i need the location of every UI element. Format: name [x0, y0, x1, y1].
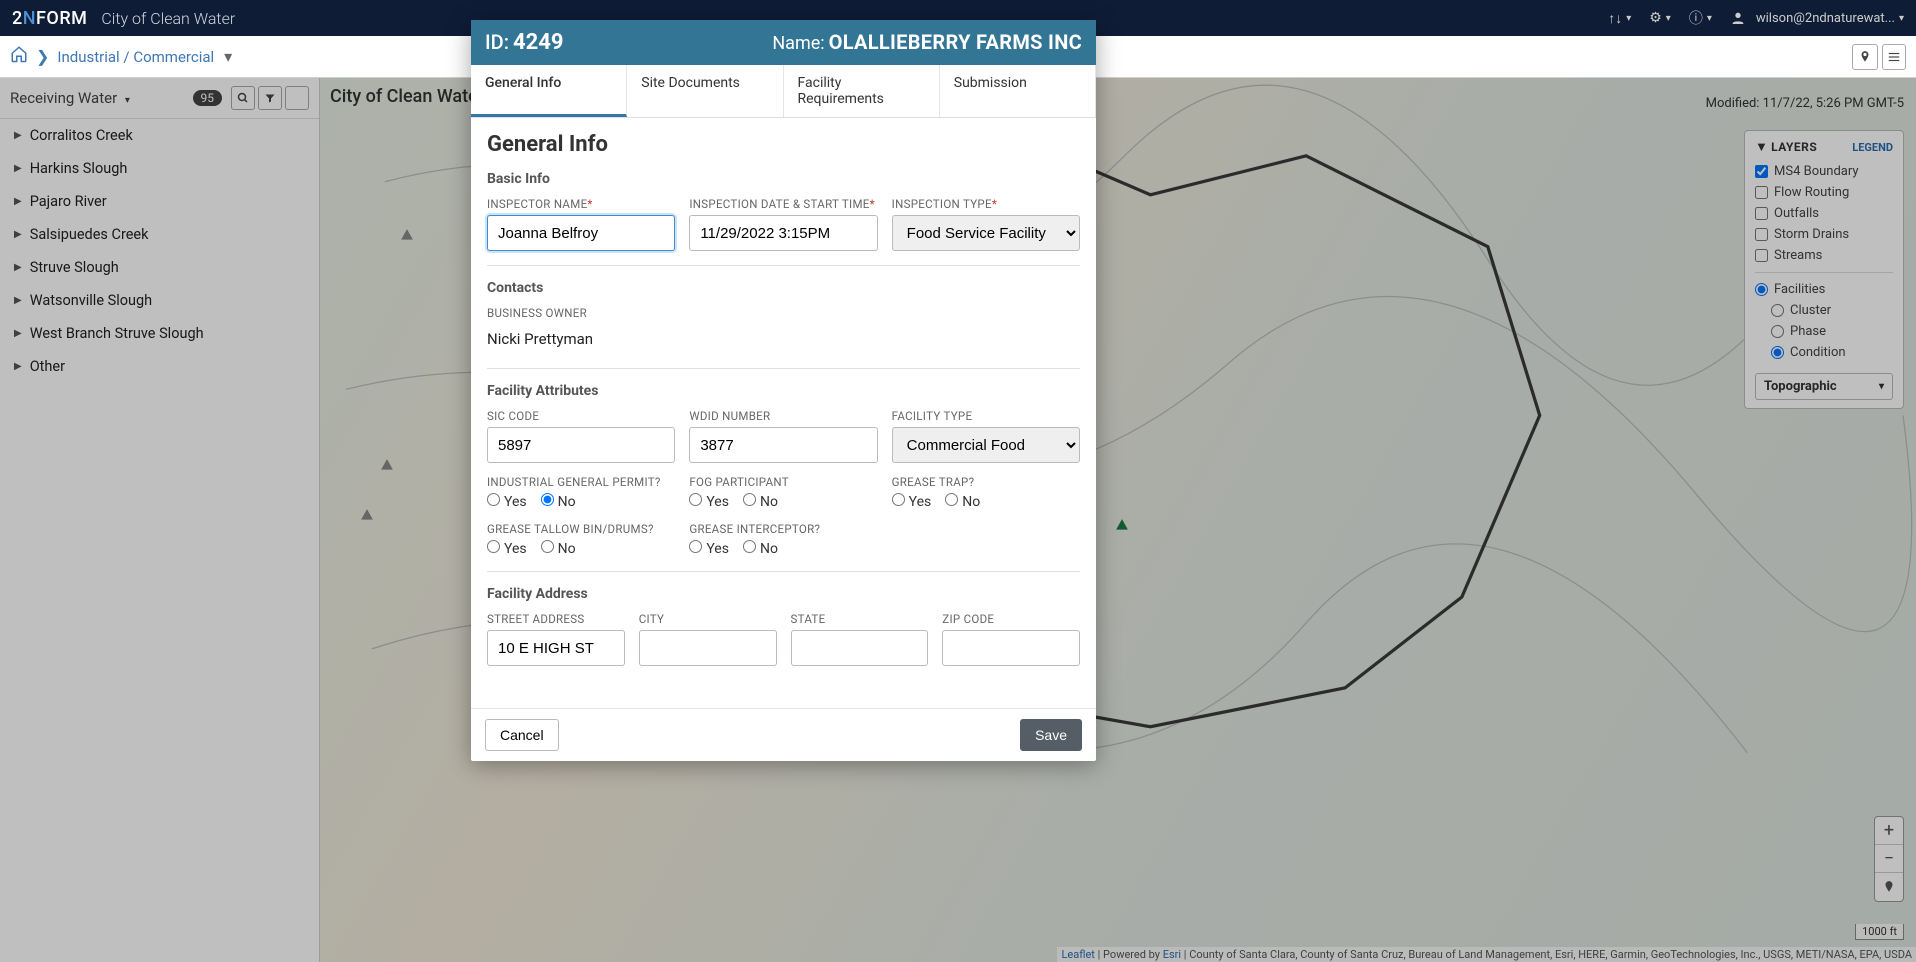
id-label: ID:: [485, 30, 509, 54]
section-heading: Facility Attributes: [487, 383, 1080, 399]
pin-button[interactable]: [1852, 44, 1878, 70]
user-menu[interactable]: wilson@2ndnaturewat... ▾: [1730, 10, 1904, 26]
tallow-yes-radio[interactable]: [487, 540, 500, 553]
modal-heading: General Info: [487, 132, 1080, 157]
inspection-type-label: INSPECTION TYPE*: [892, 197, 1080, 211]
breadcrumb-current[interactable]: Industrial / Commercial: [57, 48, 214, 66]
tab-facility-requirements[interactable]: Facility Requirements: [784, 65, 940, 117]
menu-icon: [1886, 50, 1902, 64]
tallow-label: GREASE TALLOW BIN/DRUMS?: [487, 522, 675, 536]
fog-label: FOG PARTICIPANT: [689, 475, 877, 489]
brand-mid: N: [23, 8, 36, 29]
igp-yes-radio[interactable]: [487, 493, 500, 506]
home-icon[interactable]: [10, 45, 28, 68]
sic-code-label: SIC CODE: [487, 409, 675, 423]
tab-site-documents[interactable]: Site Documents: [627, 65, 783, 117]
user-email: wilson@2ndnaturewat...: [1756, 11, 1895, 26]
inspection-type-select[interactable]: Food Service Facility: [892, 215, 1080, 251]
modal-tabs: General Info Site Documents Facility Req…: [471, 65, 1096, 118]
street-label: STREET ADDRESS: [487, 612, 625, 626]
inspector-name-label: INSPECTOR NAME*: [487, 197, 675, 211]
inspection-modal: ID: 4249 Name: OLALLIEBERRY FARMS INC Ge…: [471, 20, 1096, 761]
chevron-down-icon: ▾: [1626, 13, 1631, 24]
sort-icon[interactable]: ↑↓ ▾: [1608, 10, 1631, 27]
wdid-label: WDID NUMBER: [689, 409, 877, 423]
state-label: STATE: [791, 612, 929, 626]
sic-code-input[interactable]: [487, 427, 675, 463]
cancel-button[interactable]: Cancel: [485, 719, 559, 751]
state-input[interactable]: [791, 630, 929, 666]
tab-general-info[interactable]: General Info: [471, 65, 627, 117]
trap-no-radio[interactable]: [945, 493, 958, 506]
gear-icon[interactable]: ⚙ ▾: [1649, 10, 1671, 26]
chevron-down-icon[interactable]: ▾: [224, 47, 232, 66]
facility-type-select[interactable]: Commercial Food: [892, 427, 1080, 463]
help-icon[interactable]: ⓘ ▾: [1689, 8, 1712, 28]
chevron-down-icon: ▾: [1666, 13, 1671, 24]
name-label: Name:: [772, 33, 824, 54]
modal-header: ID: 4249 Name: OLALLIEBERRY FARMS INC: [471, 20, 1096, 65]
brand-post: FORM: [36, 8, 87, 29]
tallow-no-radio[interactable]: [541, 540, 554, 553]
section-facility-address: Facility Address STREET ADDRESS CITY STA…: [487, 586, 1080, 680]
name-value: OLALLIEBERRY FARMS INC: [829, 30, 1082, 54]
chevron-down-icon: ▾: [1899, 13, 1904, 24]
brand-logo: 2NFORM: [12, 8, 87, 29]
fog-no-radio[interactable]: [743, 493, 756, 506]
user-icon: [1730, 10, 1746, 26]
chevron-down-icon: ▾: [1707, 13, 1712, 24]
street-input[interactable]: [487, 630, 625, 666]
zip-label: ZIP CODE: [942, 612, 1080, 626]
section-heading: Contacts: [487, 280, 1080, 296]
int-no-radio[interactable]: [743, 540, 756, 553]
business-owner-label: BUSINESS OWNER: [487, 306, 1080, 320]
id-value: 4249: [513, 30, 564, 55]
wdid-input[interactable]: [689, 427, 877, 463]
int-yes-radio[interactable]: [689, 540, 702, 553]
trap-yes-radio[interactable]: [892, 493, 905, 506]
modal-footer: Cancel Save: [471, 708, 1096, 761]
section-facility-attributes: Facility Attributes SIC CODE WDID NUMBER…: [487, 383, 1080, 572]
facility-type-label: FACILITY TYPE: [892, 409, 1080, 423]
business-owner-value: Nicki Prettyman: [487, 324, 1080, 354]
brand-pre: 2: [12, 8, 23, 29]
grease-trap-label: GREASE TRAP?: [892, 475, 1080, 489]
zip-input[interactable]: [942, 630, 1080, 666]
fog-yes-radio[interactable]: [689, 493, 702, 506]
tab-submission[interactable]: Submission: [940, 65, 1096, 117]
chevron-right-icon: ❯: [36, 47, 49, 66]
section-contacts: Contacts BUSINESS OWNER Nicki Prettyman: [487, 280, 1080, 369]
interceptor-label: GREASE INTERCEPTOR?: [689, 522, 877, 536]
section-basic-info: Basic Info INSPECTOR NAME* INSPECTION DA…: [487, 171, 1080, 266]
inspection-date-label: INSPECTION DATE & START TIME*: [689, 197, 877, 211]
menu-button[interactable]: [1882, 44, 1906, 70]
section-heading: Facility Address: [487, 586, 1080, 602]
section-heading: Basic Info: [487, 171, 1080, 187]
pin-icon: [1858, 50, 1872, 64]
save-button[interactable]: Save: [1020, 719, 1082, 751]
city-label: CITY: [639, 612, 777, 626]
igp-label: INDUSTRIAL GENERAL PERMIT?: [487, 475, 675, 489]
city-input[interactable]: [639, 630, 777, 666]
city-title: City of Clean Water: [101, 9, 235, 28]
inspector-name-input[interactable]: [487, 215, 675, 251]
inspection-date-input[interactable]: [689, 215, 877, 251]
igp-no-radio[interactable]: [541, 493, 554, 506]
